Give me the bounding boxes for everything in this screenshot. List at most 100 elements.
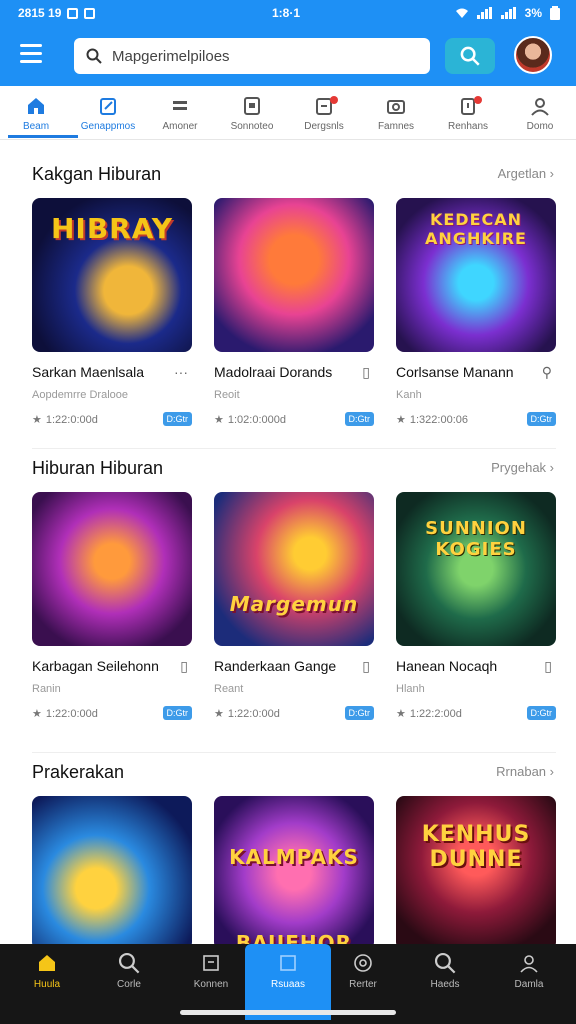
bookmark-icon[interactable]: ▯ — [180, 658, 188, 675]
game-card[interactable]: KENHUS DUNNE — [396, 796, 558, 950]
game-thumbnail: Margemun — [214, 492, 374, 646]
search-box[interactable] — [74, 38, 430, 74]
thumbnail-art-text: HIBRAY — [50, 212, 174, 245]
battery-text: 3% — [524, 6, 542, 20]
star-icon: ★ — [396, 414, 406, 426]
category-tabs: Beam Genappmos Amoner Sonnoteo Dergsnls … — [0, 86, 576, 140]
edit-icon — [100, 97, 116, 115]
notification-badge — [474, 96, 482, 104]
tab-label: Beam — [22, 120, 50, 132]
game-card[interactable]: HIBRAY Sarkan Maenlsala ··· Aopdemrre Dr… — [32, 198, 194, 426]
avatar[interactable] — [514, 36, 552, 74]
bottom-nav-rerter[interactable]: Rerter — [322, 944, 404, 1020]
card-subtitle: Ranin — [32, 683, 61, 695]
search-button[interactable] — [445, 38, 495, 74]
signal-icon — [476, 7, 492, 19]
game-card[interactable]: Madolraai Dorands ▯ Reoit ★ 1:02:0:000d D… — [214, 198, 376, 426]
star-icon: ★ — [214, 414, 224, 426]
section-divider — [32, 752, 556, 753]
card-title: Sarkan Maenlsala — [32, 364, 145, 380]
home-icon — [28, 97, 44, 114]
bottom-nav-list[interactable]: Konnen — [170, 944, 252, 1020]
tab-beam[interactable]: Beam — [0, 86, 78, 140]
game-thumbnail: HIBRAY — [32, 198, 192, 352]
card-badge: D:Gtr — [344, 706, 374, 720]
bookmark-icon[interactable]: ▯ — [544, 658, 552, 675]
game-card[interactable] — [32, 796, 194, 950]
status-bar: 2815 19 1:8·1 3% — [0, 0, 576, 28]
game-card[interactable]: KALMPAKS BAUEHOR — [214, 796, 376, 950]
star-icon: ★ — [396, 708, 406, 720]
bottom-nav-haeds[interactable]: Haeds — [404, 944, 486, 1020]
status-center-text: 1:8·1 — [272, 6, 301, 20]
star-icon: ★ — [32, 414, 42, 426]
wifi-icon — [455, 8, 468, 18]
game-card[interactable]: SUNNION KOGIES Hanean Nocaqh ▯ Hlanh ★ 1:… — [396, 492, 558, 720]
search-icon — [118, 952, 140, 974]
section-title: Kakgan Hiburan — [32, 164, 162, 184]
tab-renhans[interactable]: Renhans — [432, 86, 504, 140]
bottom-nav-profile[interactable]: Damla — [488, 944, 570, 1020]
more-options-icon[interactable]: ··· — [174, 364, 188, 380]
bookmark-icon[interactable]: ▯ — [362, 658, 370, 675]
card-rating: ★ 1:22:0:00d — [32, 413, 98, 427]
list-icon — [203, 955, 219, 971]
section-title: Hiburan Hiburan — [32, 458, 164, 478]
tab-genappmos[interactable]: Genappmos — [72, 86, 144, 140]
notification-badge — [330, 96, 338, 104]
card-rating: ★ 1:22:0:00d — [214, 707, 280, 721]
section-title: Prakerakan — [32, 762, 125, 782]
bottom-nav-label: Damla — [514, 979, 544, 990]
game-card[interactable]: KEDECAN ANGHKIRE Corlsanse Manann ⚲ Kanh… — [396, 198, 558, 426]
card-title: Corlsanse Manann — [396, 364, 514, 380]
bottom-nav-search[interactable]: Corle — [88, 944, 170, 1020]
bottom-nav-label: Corle — [117, 979, 141, 990]
notification-icon-2 — [84, 7, 96, 19]
card-title: Madolraai Dorands — [214, 364, 333, 380]
section-see-all-link[interactable]: Prygehak › — [491, 460, 554, 475]
card-subtitle: Reant — [214, 683, 244, 695]
bottom-nav-label: Haeds — [430, 979, 460, 990]
bookmark-icon[interactable]: ▯ — [362, 364, 370, 381]
game-card[interactable]: Margemun Randerkaan Gange ▯ Reant ★ 1:22:… — [214, 492, 376, 720]
status-time: 2815 19 — [18, 6, 62, 20]
menu-button[interactable] — [20, 44, 48, 68]
tab-label: Genappmos — [80, 120, 136, 132]
tab-label: Famnes — [377, 120, 415, 132]
section-see-all-link[interactable]: Argetlan › — [498, 166, 554, 181]
tab-domo[interactable]: Domo — [504, 86, 576, 140]
game-thumbnail: KALMPAKS BAUEHOR — [214, 796, 374, 950]
tab-sonnoteo[interactable]: Sonnoteo — [216, 86, 288, 140]
camera-icon — [387, 99, 405, 114]
search-icon[interactable]: ⚲ — [542, 364, 552, 381]
thumbnail-art-text: Margemun — [229, 592, 359, 616]
star-icon: ★ — [214, 708, 224, 720]
tab-amoner[interactable]: Amoner — [144, 86, 216, 140]
game-card[interactable]: Karbagan Seilehonn ▯ Ranin ★ 1:22:0:00d D… — [32, 492, 194, 720]
card-rating: ★ 1:322:00:06 — [396, 413, 468, 427]
search-icon — [460, 46, 480, 66]
search-input[interactable] — [112, 47, 402, 65]
card-badge: D:Gtr — [526, 412, 556, 426]
tab-famnes[interactable]: Famnes — [360, 86, 432, 140]
bottom-nav-home[interactable]: Huula — [6, 944, 88, 1020]
game-thumbnail — [214, 198, 374, 352]
bottom-nav-label: Rsuaas — [271, 979, 305, 990]
card-title: Karbagan Seilehonn — [32, 658, 159, 674]
home-indicator[interactable] — [180, 1010, 396, 1015]
tab-label: Sonnoteo — [230, 120, 274, 132]
bottom-nav-active[interactable]: Rsuaas — [245, 944, 331, 1020]
tab-label: Domo — [526, 120, 554, 132]
tab-dergsnls[interactable]: Dergsnls — [288, 86, 360, 140]
card-rating: ★ 1:22:2:00d — [396, 707, 462, 721]
card-subtitle: Hlanh — [396, 683, 425, 695]
game-thumbnail: KEDECAN ANGHKIRE — [396, 198, 556, 352]
card-subtitle: Aopdemrre Dralooe — [32, 389, 128, 401]
card-rating: ★ 1:22:0:00d — [32, 707, 98, 721]
card-badge: D:Gtr — [526, 706, 556, 720]
thumbnail-art-text: SUNNION KOGIES — [425, 518, 527, 560]
game-thumbnail — [32, 796, 192, 950]
section-see-all-link[interactable]: Rrnaban › — [496, 764, 554, 779]
grid-icon — [173, 100, 187, 110]
thumbnail-art-text: KEDECAN ANGHKIRE — [425, 210, 527, 248]
